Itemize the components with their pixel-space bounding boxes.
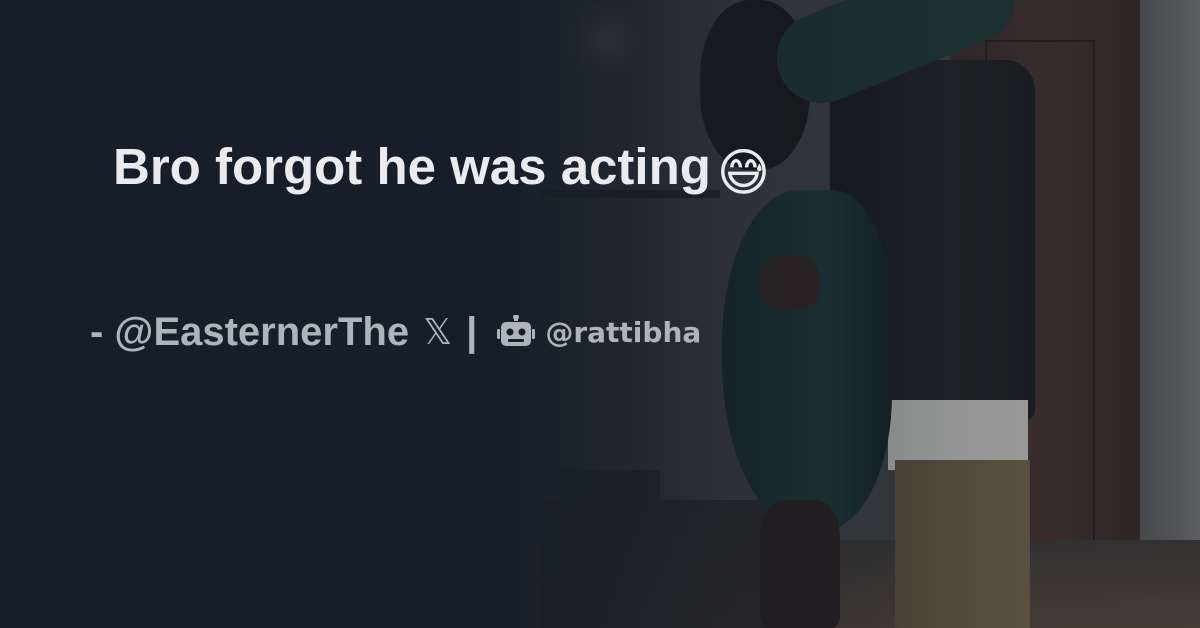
author-handle[interactable]: - @EasternerThe bbox=[90, 310, 409, 355]
byline: - @EasternerThe 𝕏 | @rattibha bbox=[90, 307, 701, 357]
grinning-face-with-sweat-icon: 😅 bbox=[716, 144, 771, 201]
post-text-content: Bro forgot he was acting bbox=[113, 138, 711, 195]
post-text: Bro forgot he was acting 😅 bbox=[113, 135, 770, 205]
byline-separator: | bbox=[466, 309, 478, 354]
robot-icon bbox=[497, 314, 536, 349]
x-logo-icon: 𝕏 bbox=[423, 311, 453, 353]
share-card: Bro forgot he was acting 😅 - @EasternerTh… bbox=[0, 0, 1200, 628]
site-handle[interactable]: @rattibha bbox=[545, 316, 701, 349]
